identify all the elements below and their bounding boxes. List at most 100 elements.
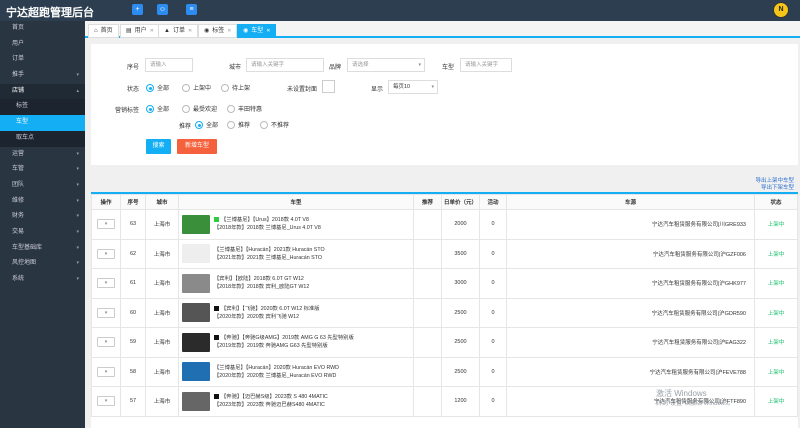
radio-icon [195,120,203,129]
row-model-title: 【奔驰】【迈巴赫S级】2023款 S 480 4MATIC [221,394,328,401]
row-source: 宁达汽车租赁服务有限公司|沪GHK977 [506,268,755,299]
close-icon[interactable]: ✕ [227,28,231,34]
row-action-dropdown[interactable]: ▾ [97,366,115,377]
table-row[interactable]: ▾ 61 上海市 【宾利】【欧陆】2018款 6.0T GT W12 【2018年款】2… [91,268,798,299]
table-row[interactable]: ▾ 60 上海市 【宾利】【飞驰】2020款 6.0T W12 标准版 【2020年款】… [91,297,798,328]
tag-radio-special[interactable]: 丰田特惠 [227,104,262,113]
cover-checkbox[interactable] [322,80,335,93]
chevron-up-icon: ▴ [76,87,79,94]
brand-select[interactable]: 请选择 ▾ [347,58,425,72]
car-thumbnail[interactable] [182,273,210,293]
tab-bar: ⌂ 首页 ▤ 用户 ✕ ▲ 订单 ✕ ◉ 标签 ✕ ◉ 车型 ✕ [85,21,800,38]
tag-radio-all[interactable]: 全部 [146,104,169,113]
page-size-select[interactable]: 每页10 ▾ [388,80,438,94]
row-model-title: 【奔驰】【奔驰G级AMG】2019款 AMG G 63 先型特别版 [221,335,354,342]
table-row[interactable]: ▾ 63 上海市 【兰博基尼】【Urus】2018款 4.0T V8 【2018年款】2… [91,209,798,240]
sidebar-item-car-models[interactable]: 车型 [0,115,85,131]
car-thumbnail[interactable] [182,391,210,411]
list-icon: ▤ [126,28,132,34]
status-radio-online[interactable]: 上架中 [182,83,211,92]
row-action-dropdown[interactable]: ▾ [97,278,115,289]
chevron-down-icon: ▾ [76,260,79,267]
row-price: 3500 [441,238,480,269]
sidebar-item-maintenance[interactable]: 维修 ▾ [0,194,85,210]
row-status: 上架中 [754,268,798,299]
city-input[interactable]: 请输入关键字 [246,58,324,72]
row-activity: 0 [479,268,507,299]
row-model-subtitle: 【2019年款】2019款 奔驰AMG G63 先型特别版 [214,343,328,350]
sidebar-item-operations[interactable]: 运营 ▾ [0,147,85,163]
recommend-radio-no[interactable]: 不推荐 [260,120,289,129]
id-input[interactable]: 请输入 [145,58,193,72]
export-offline-link[interactable]: 导出下架车型 [761,183,794,191]
row-status: 上架中 [754,209,798,240]
sidebar-item-trades[interactable]: 交易 ▾ [0,225,85,241]
recommend-radio-yes[interactable]: 推荐 [227,120,250,129]
row-activity: 0 [479,386,507,417]
tag-radio-popular[interactable]: 最受欢迎 [182,104,217,113]
table-header-row: 操作 序号 城市 车型 推荐 日单价（元） 活动 车源 状态 [91,194,798,210]
avatar[interactable]: N [773,2,789,18]
row-action-dropdown[interactable]: ▾ [97,307,115,318]
tag-icon: ◉ [243,28,249,34]
chat-icon[interactable]: ☺ [157,4,168,15]
watermark-line2: 转到“设置”以激活 Windows。 [656,401,735,407]
sidebar-item-system[interactable]: 系统 ▾ [0,272,85,288]
table-row[interactable]: ▾ 59 上海市 【奔驰】【奔驰G级AMG】2019款 AMG G 63 先型特别版【… [91,327,798,358]
show-label: 显示 [370,87,383,93]
search-button[interactable]: 搜索 [146,139,171,154]
sidebar-item-finance[interactable]: 财务 ▾ [0,209,85,225]
row-id: 58 [120,356,146,387]
car-thumbnail[interactable] [182,214,210,234]
row-status: 上架中 [754,327,798,358]
status-radio-pending[interactable]: 待上架 [221,83,250,92]
model-input[interactable]: 请输入关键字 [460,58,512,72]
close-icon[interactable]: ✕ [266,28,270,34]
sidebar-item-home[interactable]: 首页 [0,21,85,37]
row-model-title: 【兰博基尼】【Huracán】2021款 Huracán STO [214,246,325,253]
sidebar-item-users[interactable]: 用户 [0,37,85,53]
sidebar-item-fleet[interactable]: 车管 ▾ [0,162,85,178]
sidebar-item-team[interactable]: 团队 ▾ [0,178,85,194]
row-source: 宁达汽车租赁服务有限公司|沪EAG322 [506,327,755,358]
close-icon[interactable]: ✕ [150,28,154,34]
row-action-dropdown[interactable]: ▾ [97,248,115,259]
sidebar-item-promoters[interactable]: 推手 ▾ [0,68,85,84]
row-action-dropdown[interactable]: ▾ [97,337,115,348]
add-car-model-button[interactable]: 新增车型 [177,139,217,154]
sidebar-item-orders[interactable]: 订单 [0,52,85,68]
row-model-cell: 【兰博基尼】【Urus】2018款 4.0T V8 【2018年款】2018款 兰… [178,209,414,240]
car-thumbnail[interactable] [182,303,210,323]
car-thumbnail[interactable] [182,244,210,264]
col-header-city: 城市 [145,194,179,210]
tab-orders[interactable]: ▲ 订单 ✕ [158,24,199,38]
row-action-dropdown[interactable]: ▾ [97,396,115,407]
tab-car-models[interactable]: ◉ 车型 ✕ [237,24,277,38]
row-city: 上海市 [145,386,179,417]
menu-icon[interactable]: ≡ [186,4,197,15]
tab-tags[interactable]: ◉ 标签 ✕ [198,24,238,38]
tab-users[interactable]: ▤ 用户 ✕ [120,24,160,38]
tag-marker-icon [214,335,219,341]
sidebar-item-store[interactable]: 店铺 ▴ [0,83,85,100]
row-price: 3000 [441,268,480,299]
recommend-radio-all[interactable]: 全部 [195,120,218,129]
car-thumbnail[interactable] [182,362,210,382]
table-row[interactable]: ▾ 58 上海市 【兰博基尼】【Huracán】2020款 Huracán EVO R… [91,356,798,387]
row-recommend [413,356,442,387]
tag-marker-icon [214,305,219,311]
col-header-recommend: 推荐 [413,194,442,210]
row-actions-cell: ▾ [91,356,121,387]
row-action-dropdown[interactable]: ▾ [97,219,115,230]
row-city: 上海市 [145,268,179,299]
sidebar-item-model-library[interactable]: 车型基础库 ▾ [0,241,85,257]
sidebar-item-tags[interactable]: 标签 [0,99,85,116]
sidebar-item-risk-map[interactable]: 风控地图 ▾ [0,256,85,272]
add-icon[interactable]: + [132,4,143,15]
status-radio-all[interactable]: 全部 [146,83,169,92]
table-row[interactable]: ▾ 62 上海市 【兰博基尼】【Huracán】2021款 Huracán STO 【2… [91,238,798,269]
sidebar-item-pickup-points[interactable]: 取车点 [0,130,85,147]
close-icon[interactable]: ✕ [188,28,192,34]
tab-home[interactable]: ⌂ 首页 [88,24,119,38]
car-thumbnail[interactable] [182,332,210,352]
